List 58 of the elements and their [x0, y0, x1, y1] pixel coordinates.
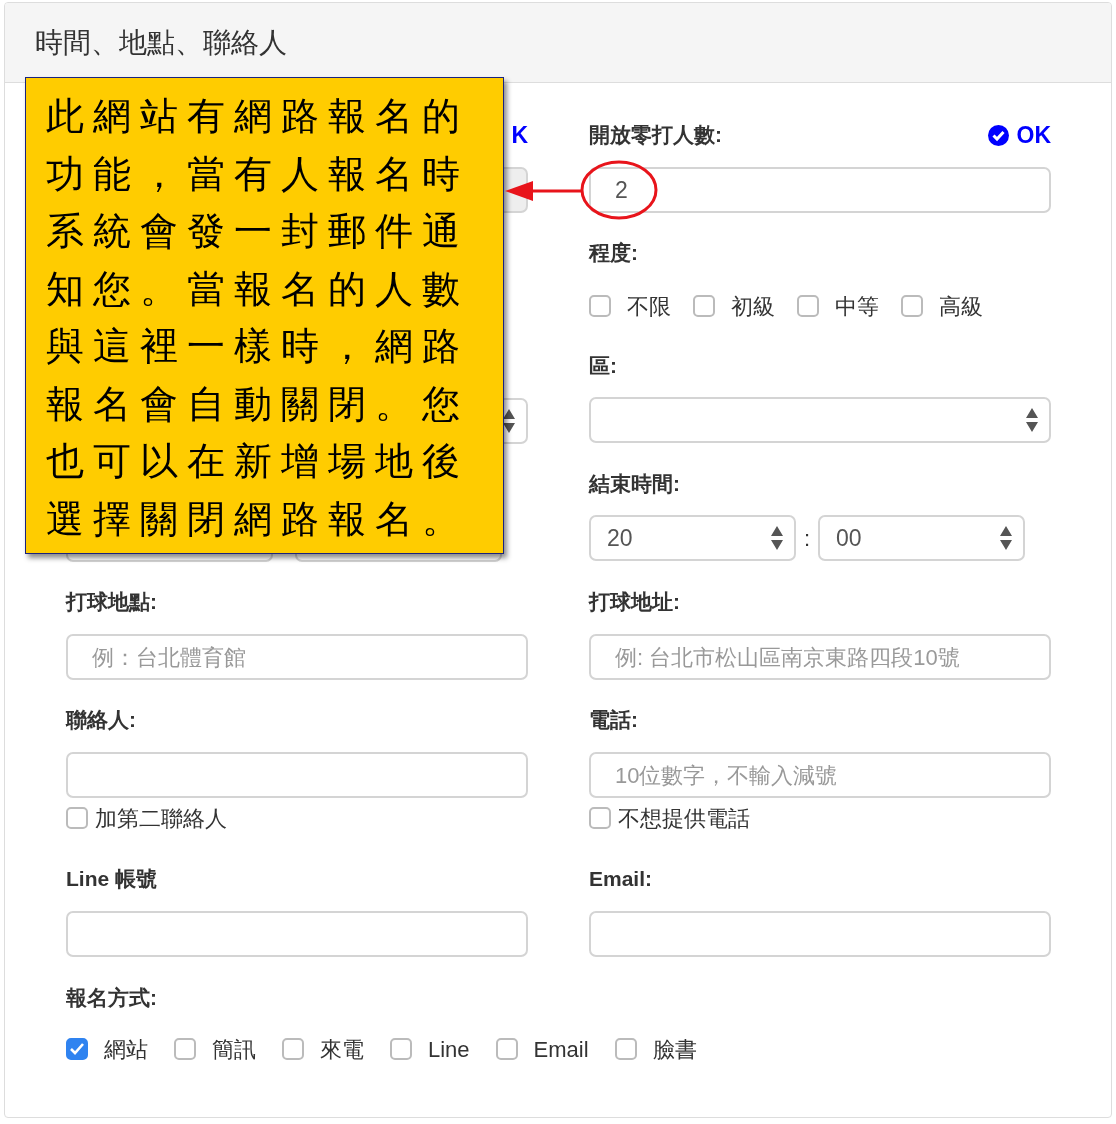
checkbox[interactable] [589, 807, 611, 829]
check-circle-icon [987, 124, 1009, 146]
checkbox[interactable] [589, 295, 611, 317]
option-label: 初級 [731, 292, 775, 321]
callout-text: 此網站有網路報名的功能，當有人報名時系統會發一封郵件通知您。當報名的人數與這裡一樣時，網路報名會自動關閉。您也可以在新增場地後選擇關閉網路報名。 [46, 93, 470, 543]
field-label: Line 帳號 [66, 866, 157, 892]
option-label: 來電 [320, 1035, 364, 1064]
status-text: K [511, 120, 528, 150]
checkbox-label: 不想提供電話 [618, 804, 750, 833]
select-field[interactable] [589, 397, 1051, 443]
status-text: OK [1016, 120, 1051, 150]
panel-title: 時間、地點、聯絡人 [35, 25, 287, 60]
checkbox[interactable] [66, 807, 88, 829]
select-field[interactable]: 00 [818, 515, 1025, 561]
input-field[interactable] [66, 911, 528, 957]
time-separator: : [802, 524, 812, 553]
field-label: Email: [589, 866, 653, 892]
checkbox[interactable] [282, 1038, 304, 1060]
field-label: 打球地點: [66, 589, 157, 615]
select-field[interactable] [295, 554, 502, 562]
option-label: Email [533, 1035, 589, 1064]
input-field[interactable] [66, 752, 528, 798]
checkbox[interactable] [797, 295, 819, 317]
checkbox[interactable] [390, 1038, 412, 1060]
updown-arrows-icon [999, 525, 1013, 551]
placeholder-text: 例：台北體育館 [92, 643, 246, 672]
checkbox[interactable] [901, 295, 923, 317]
option-label: 網站 [104, 1035, 148, 1064]
field-label: 聯絡人: [66, 707, 136, 733]
updown-arrows-icon [770, 525, 784, 551]
checkbox[interactable] [495, 1038, 518, 1060]
checkbox[interactable] [174, 1038, 196, 1060]
option-label: 高級 [939, 292, 983, 321]
field-label: 程度: [589, 240, 638, 266]
checkbox-label: 加第二聯絡人 [95, 804, 227, 833]
check-icon [69, 1042, 85, 1056]
updown-arrows-icon [502, 408, 516, 434]
select-field[interactable] [66, 554, 273, 562]
checkbox[interactable] [693, 295, 715, 317]
checkbox[interactable] [614, 1038, 637, 1060]
field-label: 電話: [589, 707, 638, 733]
option-label: 中等 [835, 292, 879, 321]
option-label: 簡訊 [212, 1035, 256, 1064]
input-field[interactable] [589, 911, 1051, 957]
field-label: 區: [589, 353, 617, 379]
field-label: 開放零打人數: [589, 122, 722, 148]
updown-arrows-icon [1025, 407, 1039, 433]
placeholder-text: 10位數字，不輸入減號 [615, 761, 838, 790]
option-label: 不限 [627, 292, 671, 321]
field-label: 報名方式: [66, 985, 157, 1011]
option-label: Line [428, 1035, 470, 1064]
select-field[interactable]: 20 [589, 515, 796, 561]
field-label: 打球地址: [589, 589, 680, 615]
checkbox[interactable] [66, 1038, 88, 1060]
field-label: 結束時間: [589, 471, 680, 497]
option-label: 臉書 [652, 1035, 697, 1064]
input-field[interactable]: 2 [589, 167, 1051, 213]
placeholder-text: 例: 台北市松山區南京東路四段10號 [615, 643, 960, 672]
